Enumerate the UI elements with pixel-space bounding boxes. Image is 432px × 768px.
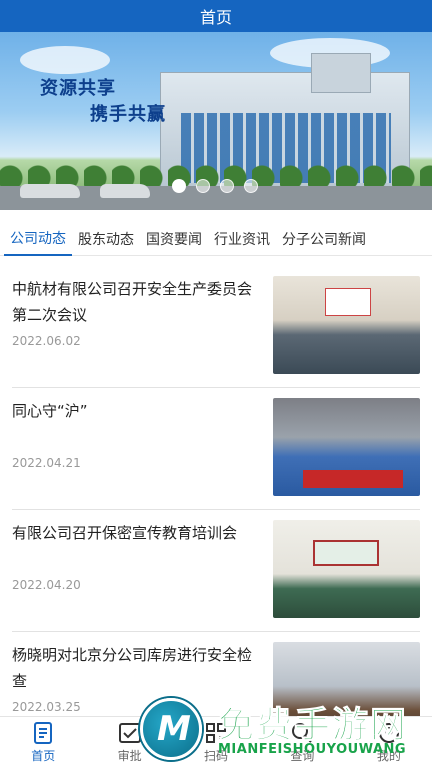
news-thumbnail (273, 398, 420, 496)
list-item[interactable]: 同心守“沪” 2022.04.21 (12, 388, 420, 510)
carousel-indicators (172, 179, 258, 193)
car-decoration (100, 184, 150, 198)
user-icon (378, 723, 399, 743)
carousel-dot[interactable] (220, 179, 234, 193)
page-title: 首页 (199, 8, 232, 27)
news-thumbnail (273, 520, 420, 618)
news-title: 中航材有限公司召开安全生产委员会第二次会议 (12, 280, 253, 324)
nav-label: 查询 (290, 749, 315, 763)
nav-mine[interactable]: 我的 (346, 717, 432, 768)
news-title: 有限公司召开保密宣传教育培训会 (12, 524, 238, 542)
cloud-decoration (20, 46, 110, 74)
tab-company-news[interactable]: 公司动态 (4, 222, 72, 256)
nav-label: 首页 (31, 749, 56, 763)
news-thumbnail (273, 276, 420, 374)
nav-home[interactable]: 首页 (0, 717, 86, 768)
search-icon (292, 723, 313, 743)
news-date: 2022.03.25 (12, 700, 81, 714)
carousel-dot[interactable] (244, 179, 258, 193)
document-icon (34, 722, 53, 744)
news-date: 2022.04.20 (12, 578, 81, 592)
tab-state-assets-news[interactable]: 国资要闻 (140, 222, 208, 256)
list-item[interactable]: 有限公司召开保密宣传教育培训会 2022.04.20 (12, 510, 420, 632)
nav-approval[interactable]: 审批 (86, 717, 172, 768)
nav-label: 扫码 (204, 749, 229, 763)
nav-query[interactable]: 查询 (259, 717, 345, 768)
news-category-tabs: 公司动态 股东动态 国资要闻 行业资讯 分子公司新闻 (0, 222, 432, 256)
page-title-bar: 首页 (0, 0, 432, 32)
banner-slogan-line2: 携手共赢 (90, 104, 166, 125)
bottom-navigation: 首页 审批 扫码 查询 我的 (0, 716, 432, 768)
carousel-dot[interactable] (196, 179, 210, 193)
news-list: 中航材有限公司召开安全生产委员会第二次会议 2022.06.02 同心守“沪” … (0, 266, 432, 754)
nav-label: 我的 (376, 749, 401, 763)
nav-label: 审批 (117, 749, 142, 763)
banner-carousel[interactable]: 资源共享 携手共赢 (0, 32, 432, 210)
news-title: 同心守“沪” (12, 402, 88, 420)
tab-industry-news[interactable]: 行业资讯 (208, 222, 276, 256)
tab-subsidiary-news[interactable]: 分子公司新闻 (276, 222, 372, 256)
nav-scan[interactable]: 扫码 (173, 717, 259, 768)
qr-scan-icon (206, 723, 227, 743)
carousel-dot[interactable] (172, 179, 186, 193)
news-title: 杨晓明对北京分公司库房进行安全检查 (12, 646, 253, 690)
approval-icon (118, 723, 141, 743)
car-decoration (20, 184, 80, 198)
banner-slogan-line1: 资源共享 (40, 78, 116, 99)
tab-shareholder-news[interactable]: 股东动态 (72, 222, 140, 256)
list-item[interactable]: 中航材有限公司召开安全生产委员会第二次会议 2022.06.02 (12, 266, 420, 388)
news-date: 2022.06.02 (12, 334, 81, 348)
news-date: 2022.04.21 (12, 456, 81, 470)
